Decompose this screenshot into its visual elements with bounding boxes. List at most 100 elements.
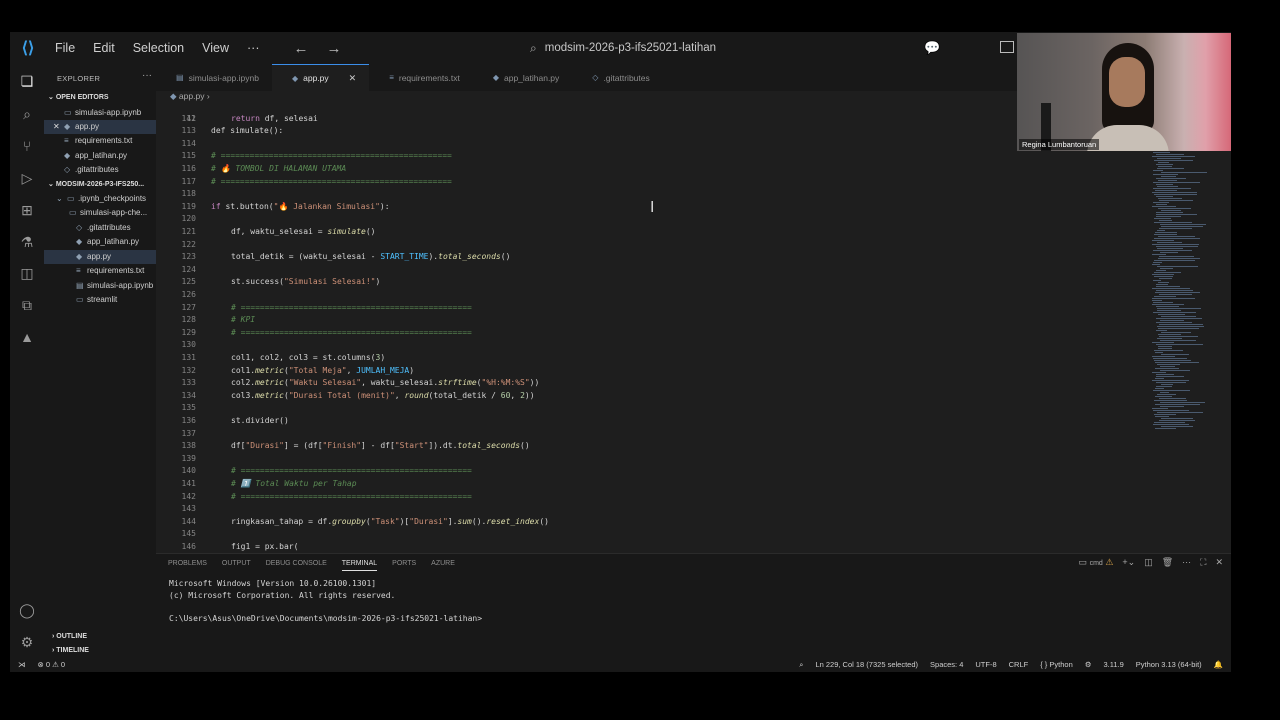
remote-icon[interactable]: ⋊ bbox=[18, 660, 26, 669]
line-number: 135 bbox=[181, 403, 196, 413]
docker-icon[interactable]: ⧉ bbox=[18, 296, 36, 314]
line-number: 115 bbox=[181, 151, 196, 161]
split-terminal-icon[interactable]: ◫ bbox=[1144, 557, 1153, 568]
python-version[interactable]: 3.11.9 bbox=[1103, 660, 1123, 670]
minimap-line bbox=[1156, 284, 1168, 285]
minimap-line bbox=[1154, 260, 1195, 261]
outline-header[interactable]: › OUTLINE bbox=[52, 633, 87, 640]
run-debug-icon[interactable]: ▷ bbox=[18, 169, 36, 187]
file-icon: ▭ bbox=[69, 208, 77, 217]
minimap-line bbox=[1156, 290, 1193, 291]
terminal-shell-indicator[interactable]: ▭ cmd ⚠ bbox=[1079, 557, 1114, 568]
line-number: 127 bbox=[181, 302, 196, 312]
tab-simulasi-app-ipynb[interactable]: ▤ simulasi-app.ipynb bbox=[156, 64, 272, 91]
settings-gear-icon[interactable]: ⚙ bbox=[18, 633, 36, 651]
tab-app-latihan-py[interactable]: ◆ app_latihan.py bbox=[473, 64, 572, 91]
menu-selection[interactable]: Selection bbox=[124, 41, 193, 55]
remote-explorer-icon[interactable]: ◫ bbox=[18, 264, 36, 282]
new-terminal-icon[interactable]: +⌄ bbox=[1122, 557, 1135, 568]
menu-view[interactable]: View bbox=[193, 41, 238, 55]
project-folder-header[interactable]: ⌄ MODSIM-2026-P3-IFS250... bbox=[48, 180, 144, 188]
account-icon[interactable]: ◯ bbox=[18, 601, 36, 619]
python-file-icon: ◆ bbox=[64, 151, 71, 160]
minimap-line bbox=[1152, 156, 1195, 157]
python-env-icon[interactable]: ⚙ bbox=[1085, 660, 1092, 670]
interpreter[interactable]: Python 3.13 (64-bit) bbox=[1136, 660, 1202, 670]
minimap-line bbox=[1154, 194, 1197, 195]
search-activity-icon[interactable]: ⌕ bbox=[18, 105, 36, 123]
minimap-line bbox=[1156, 330, 1167, 331]
terminal-output[interactable]: Microsoft Windows [Version 10.0.26100.13… bbox=[169, 578, 482, 624]
notifications-icon[interactable]: 🔔 bbox=[1214, 660, 1223, 670]
back-arrow-icon[interactable]: ← bbox=[294, 40, 309, 57]
line-ending[interactable]: CRLF bbox=[1009, 660, 1029, 670]
minimap-line bbox=[1154, 350, 1183, 351]
tab-gitattributes[interactable]: ◇ .gitattributes bbox=[572, 64, 662, 91]
problems-indicator[interactable]: ⊗ 0 ⚠ 0 bbox=[38, 660, 66, 669]
open-editor-item[interactable]: ◇ .gitattributes bbox=[64, 163, 170, 177]
line-number: 120 bbox=[181, 214, 196, 224]
minimap-line bbox=[1158, 314, 1185, 315]
close-panel-icon[interactable]: ✕ bbox=[1215, 557, 1223, 568]
minimap-line bbox=[1158, 162, 1169, 163]
azure-icon[interactable]: ▲ bbox=[18, 328, 36, 346]
code-text: col3.metric("Durasi Total (menit)", roun… bbox=[231, 390, 535, 400]
terminal-line: (c) Microsoft Corporation. All rights re… bbox=[169, 590, 396, 600]
minimap-line bbox=[1153, 170, 1163, 171]
encoding[interactable]: UTF-8 bbox=[975, 660, 996, 670]
tab-ports[interactable]: PORTS bbox=[392, 557, 416, 571]
tab-app-py[interactable]: ◆ app.py ✕ bbox=[271, 64, 370, 91]
open-editors-header[interactable]: ⌄ OPEN EDITORS bbox=[48, 93, 109, 101]
person-body bbox=[1087, 125, 1169, 151]
code-line: 115 # ===================================… bbox=[156, 150, 1136, 163]
open-editor-item[interactable]: ✕ ◆ app.py bbox=[44, 120, 156, 134]
python-file-icon: ◆ bbox=[76, 237, 83, 246]
open-editor-item[interactable]: ▭ simulasi-app.ipynb bbox=[64, 106, 170, 120]
tab-problems[interactable]: PROBLEMS bbox=[168, 557, 207, 571]
minimap-line bbox=[1157, 168, 1184, 169]
trash-icon[interactable]: 🗑 bbox=[1162, 557, 1173, 568]
close-icon[interactable]: ✕ bbox=[53, 120, 62, 134]
menu-edit[interactable]: Edit bbox=[84, 41, 124, 55]
minimap[interactable] bbox=[1148, 150, 1218, 432]
tab-debug-console[interactable]: DEBUG CONSOLE bbox=[266, 557, 327, 571]
menu-more[interactable]: ··· bbox=[238, 41, 269, 55]
close-icon[interactable]: ✕ bbox=[349, 73, 357, 84]
explorer-icon[interactable]: ❏ bbox=[18, 72, 36, 90]
testing-icon[interactable]: ⚗ bbox=[18, 233, 36, 251]
tree-folder[interactable]: ⌄ ▭ .ipynb_checkpoints bbox=[56, 192, 162, 206]
line-number: 131 bbox=[181, 352, 196, 362]
line-number: 128 bbox=[181, 315, 196, 325]
open-editor-item[interactable]: ◆ app_latihan.py bbox=[64, 149, 170, 163]
indentation[interactable]: Spaces: 4 bbox=[930, 660, 963, 670]
minimap-line bbox=[1153, 182, 1200, 183]
zoom-icon[interactable]: ⌕ bbox=[799, 660, 803, 670]
code-line: 135 bbox=[156, 402, 1136, 415]
minimap-line bbox=[1160, 392, 1169, 393]
open-editor-item[interactable]: ≡ requirements.txt bbox=[64, 134, 170, 148]
copilot-icon[interactable]: 💬 bbox=[924, 40, 940, 56]
minimap-line bbox=[1152, 274, 1174, 275]
menu-file[interactable]: File bbox=[46, 41, 84, 55]
timeline-header[interactable]: › TIMELINE bbox=[52, 647, 89, 654]
minimap-line bbox=[1158, 328, 1199, 329]
extensions-icon[interactable]: ⊞ bbox=[18, 201, 36, 219]
tab-requirements-txt[interactable]: ≡ requirements.txt bbox=[369, 64, 473, 91]
tab-output[interactable]: OUTPUT bbox=[222, 557, 251, 571]
code-line: 41 def simulate(): bbox=[156, 100, 1136, 136]
minimap-line bbox=[1161, 226, 1203, 227]
more-actions-icon[interactable]: ··· bbox=[1182, 557, 1191, 568]
tree-file[interactable]: ◆ app.py bbox=[44, 250, 156, 264]
code-editor[interactable]: 41 def simulate(): 112 return df, selesai… bbox=[156, 103, 1146, 553]
tab-terminal[interactable]: TERMINAL bbox=[341, 557, 378, 571]
layout-icon[interactable] bbox=[1000, 41, 1014, 53]
source-control-icon[interactable]: ⑂ bbox=[18, 137, 36, 155]
command-center-search[interactable]: ⌕ modsim-2026-p3-ifs25021-latihan bbox=[530, 38, 910, 58]
maximize-panel-icon[interactable]: ⛶ bbox=[1200, 557, 1206, 568]
language-mode[interactable]: { } Python bbox=[1040, 660, 1073, 670]
forward-arrow-icon[interactable]: → bbox=[327, 40, 342, 57]
cursor-position[interactable]: Ln 229, Col 18 (7325 selected) bbox=[815, 660, 918, 670]
explorer-more-icon[interactable]: ··· bbox=[142, 70, 152, 81]
line-number: 124 bbox=[181, 264, 196, 274]
tab-azure[interactable]: AZURE bbox=[431, 557, 455, 571]
